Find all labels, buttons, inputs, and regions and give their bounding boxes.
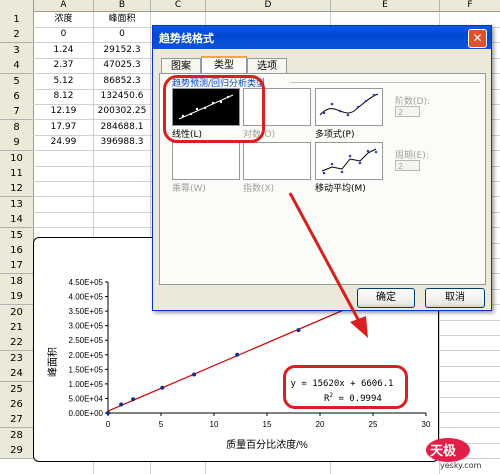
annotation-arrow	[288, 192, 368, 338]
watermark-logo-text: 天极	[430, 444, 457, 459]
watermark-logo: 天极 yesky.com	[424, 436, 494, 470]
watermark-url: yesky.com	[440, 461, 482, 470]
